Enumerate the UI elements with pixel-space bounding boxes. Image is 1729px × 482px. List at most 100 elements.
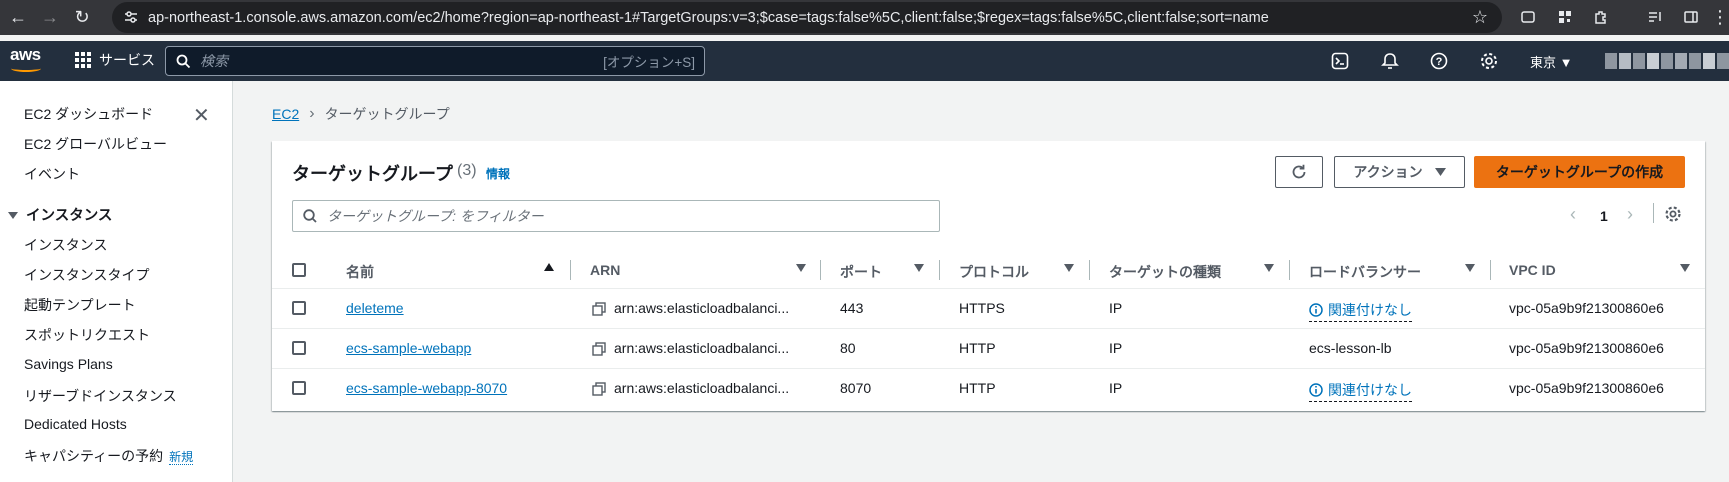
table-row[interactable]: ecs-sample-webapp arn:aws:elasticloadbal… [272,329,1705,369]
copy-icon[interactable] [592,342,606,356]
settings-gear-icon[interactable] [1479,51,1499,71]
protocol-value: HTTPS [959,300,1005,316]
column-name[interactable]: 名前 [346,262,374,282]
target-group-name-link[interactable]: ecs-sample-webapp-8070 [346,380,507,396]
load-balancer-value[interactable]: 関連付けなし [1309,300,1412,322]
qr-icon[interactable] [1555,7,1575,27]
sidebar-item-spot-requests[interactable]: スポットリクエスト [24,325,150,345]
help-icon[interactable]: ? [1429,51,1449,71]
copy-icon[interactable] [592,302,606,316]
target-type-value: IP [1109,380,1123,396]
target-type-value: IP [1109,300,1123,316]
forward-icon[interactable]: → [36,4,64,32]
page-number[interactable]: 1 [1600,208,1608,224]
column-protocol[interactable]: プロトコル [959,262,1029,282]
sidebar-item-instance-types[interactable]: インスタンスタイプ [24,265,149,285]
sidebar-item-launch-templates[interactable]: 起動テンプレート [24,295,136,315]
vpc-id-value: vpc-05a9b9f21300860e6 [1509,340,1664,356]
sort-icon[interactable] [796,264,806,272]
target-group-name-link[interactable]: deleteme [346,300,404,316]
target-groups-panel: ターゲットグループ (3) 情報 アクション ターゲットグループの作成 ターゲッ… [272,141,1705,411]
sort-icon[interactable] [1264,264,1274,272]
search-bar[interactable]: 検索 [オプション+S] [165,46,705,76]
sort-icon[interactable] [1680,264,1690,272]
address-bar[interactable]: ap-northeast-1.console.aws.amazon.com/ec… [112,2,1502,33]
puzzle-extensions-icon[interactable] [1591,7,1611,27]
media-control-icon[interactable] [1645,7,1665,27]
sidebar-item-instances[interactable]: インスタンス [24,235,107,255]
extension-icon[interactable] [1518,7,1538,27]
info-icon [1309,303,1323,317]
sidebar-item-events[interactable]: イベント [24,164,80,184]
actions-dropdown-button[interactable]: アクション [1334,156,1465,188]
preferences-gear-icon[interactable] [1664,205,1682,226]
column-load-balancer[interactable]: ロードバランサー [1309,262,1421,282]
previous-page-icon[interactable]: ‹ [1570,204,1576,225]
sidebar-item-global-view[interactable]: EC2 グローバルビュー [24,134,167,154]
actions-label: アクション [1353,164,1423,180]
create-target-group-button[interactable]: ターゲットグループの作成 [1474,156,1685,188]
column-vpc-id[interactable]: VPC ID [1509,262,1556,278]
table-row[interactable]: deleteme arn:aws:elasticloadbalanci... 4… [272,289,1705,329]
sort-icon[interactable] [914,264,924,272]
arn-value: arn:aws:elasticloadbalanci... [614,380,790,396]
sidebar-section-instances[interactable]: インスタンス [8,204,112,225]
search-icon [303,209,317,223]
aws-top-nav: aws サービス 検索 [オプション+S] ? 東京 ▼ [0,41,1729,81]
protocol-value: HTTP [959,380,996,396]
filter-input[interactable]: ターゲットグループ: をフィルター [292,200,940,232]
table-header: 名前 ARN ポート プロトコル ターゲットの種類 ロードバランサー VPC I… [272,251,1705,289]
cloudshell-icon[interactable] [1330,51,1350,71]
aws-logo[interactable]: aws [10,45,44,75]
bookmark-star-icon[interactable]: ☆ [1472,7,1488,28]
notifications-bell-icon[interactable] [1380,51,1400,71]
reload-icon[interactable]: ↻ [68,4,96,32]
breadcrumb-ec2-link[interactable]: EC2 [272,106,299,122]
copy-icon[interactable] [592,382,606,396]
sidebar-item-savings-plans[interactable]: Savings Plans [24,356,113,372]
sidebar-item-ec2-dashboard[interactable]: EC2 ダッシュボード [24,104,153,124]
sidebar-item-dedicated-hosts[interactable]: Dedicated Hosts [24,416,127,432]
sidebar-item-capacity-reservations[interactable]: キャパシティーの予約 新規 [24,446,194,466]
item-count: (3) [457,162,477,179]
sidebar-item-reserved-instances[interactable]: リザーブドインスタンス [24,386,177,406]
column-target-type[interactable]: ターゲットの種類 [1109,262,1221,282]
row-checkbox[interactable] [292,341,306,355]
column-port[interactable]: ポート [840,262,882,282]
grid-icon [75,52,91,68]
svg-text:?: ? [1436,56,1443,68]
row-checkbox[interactable] [292,381,306,395]
back-icon[interactable]: ← [4,4,32,32]
services-menu-button[interactable]: サービス [75,50,155,70]
search-shortcut-hint: [オプション+S] [603,55,695,70]
next-page-icon[interactable]: › [1627,204,1633,225]
target-group-name-link[interactable]: ecs-sample-webapp [346,340,471,356]
arn-value: arn:aws:elasticloadbalanci... [614,300,790,316]
port-value: 443 [840,300,864,316]
load-balancer-label: 関連付けなし [1328,302,1412,318]
site-info-icon[interactable] [122,8,140,26]
sort-ascending-icon[interactable] [544,263,554,271]
breadcrumb-current: ターゲットグループ [324,106,450,122]
info-icon [1309,383,1323,397]
sidebar: ✕ EC2 ダッシュボード EC2 グローバルビュー イベント インスタンス イ… [0,81,233,482]
vpc-id-value: vpc-05a9b9f21300860e6 [1509,380,1664,396]
row-checkbox[interactable] [292,301,306,315]
close-sidebar-icon[interactable]: ✕ [193,103,210,128]
account-menu[interactable] [1605,53,1729,69]
caret-down-icon [8,211,18,219]
load-balancer-value[interactable]: 関連付けなし [1309,380,1412,402]
sidebar-item-label: キャパシティーの予約 [24,448,164,464]
column-arn[interactable]: ARN [590,262,620,278]
select-all-checkbox[interactable] [292,263,306,277]
refresh-button[interactable] [1275,156,1323,188]
sidebar-section-title: インスタンス [26,208,113,224]
sort-icon[interactable] [1064,264,1074,272]
region-selector[interactable]: 東京 ▼ [1530,52,1572,71]
browser-menu-icon[interactable]: ⋮ [1710,7,1729,27]
side-panel-icon[interactable] [1681,7,1701,27]
sort-icon[interactable] [1465,264,1475,272]
search-input[interactable]: 検索 [200,51,603,71]
table-row[interactable]: ecs-sample-webapp-8070 arn:aws:elasticlo… [272,369,1705,409]
info-link[interactable]: 情報 [486,165,510,182]
